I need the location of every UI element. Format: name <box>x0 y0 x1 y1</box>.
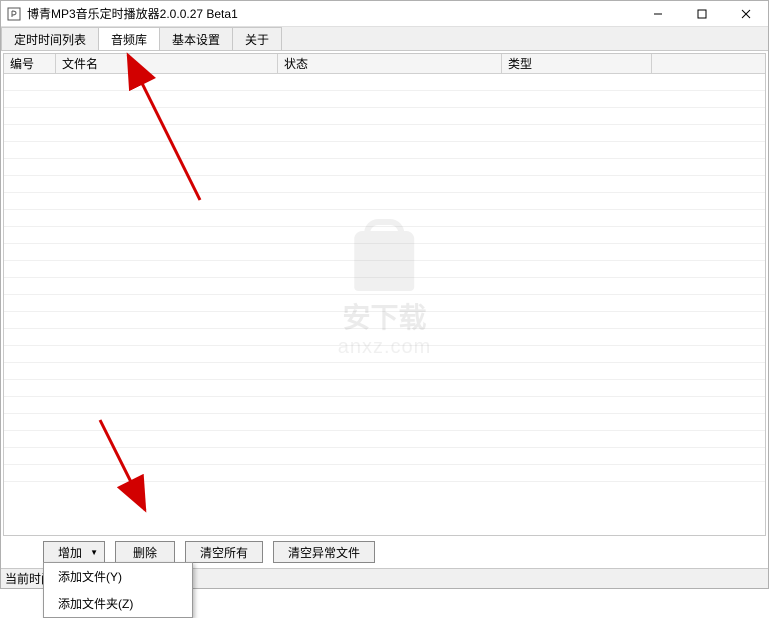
table-body[interactable] <box>4 74 765 494</box>
table-row <box>4 431 765 448</box>
button-bar: 增加 删除 清空所有 清空异常文件 添加文件(Y) 添加文件夹(Z) <box>3 536 766 566</box>
add-button[interactable]: 增加 <box>43 541 105 563</box>
table-row <box>4 465 765 482</box>
table-row <box>4 74 765 91</box>
table-row <box>4 448 765 465</box>
tab-about[interactable]: 关于 <box>232 27 282 50</box>
table-header: 编号 文件名 状态 类型 <box>4 54 765 74</box>
table-row <box>4 159 765 176</box>
add-dropdown-menu: 添加文件(Y) 添加文件夹(Z) <box>43 562 193 618</box>
content-area: 编号 文件名 状态 类型 <box>1 51 768 568</box>
window-title: 博青MP3音乐定时播放器2.0.0.27 Beta1 <box>27 5 636 22</box>
dropdown-add-file[interactable]: 添加文件(Y) <box>44 563 192 590</box>
window-controls <box>636 1 768 26</box>
table-row <box>4 363 765 380</box>
table-row <box>4 397 765 414</box>
table-row <box>4 193 765 210</box>
table-row <box>4 142 765 159</box>
table-row <box>4 261 765 278</box>
table-row <box>4 108 765 125</box>
tab-bar: 定时时间列表 音频库 基本设置 关于 <box>1 27 768 51</box>
table-row <box>4 312 765 329</box>
table-row <box>4 244 765 261</box>
clear-abnormal-button[interactable]: 清空异常文件 <box>273 541 375 563</box>
col-number[interactable]: 编号 <box>4 54 56 73</box>
table-row <box>4 278 765 295</box>
tab-audio-library[interactable]: 音频库 <box>98 27 160 50</box>
dropdown-add-folder[interactable]: 添加文件夹(Z) <box>44 590 192 617</box>
minimize-button[interactable] <box>636 1 680 26</box>
app-icon <box>7 7 21 21</box>
table-row <box>4 414 765 431</box>
table-row <box>4 210 765 227</box>
col-status[interactable]: 状态 <box>278 54 502 73</box>
table-row <box>4 176 765 193</box>
table-row <box>4 125 765 142</box>
table-row <box>4 329 765 346</box>
table-row <box>4 227 765 244</box>
table-row <box>4 346 765 363</box>
tab-basic-settings[interactable]: 基本设置 <box>159 27 233 50</box>
table-row <box>4 91 765 108</box>
table-row <box>4 380 765 397</box>
maximize-button[interactable] <box>680 1 724 26</box>
delete-button[interactable]: 删除 <box>115 541 175 563</box>
table-row <box>4 295 765 312</box>
col-type[interactable]: 类型 <box>502 54 652 73</box>
close-button[interactable] <box>724 1 768 26</box>
file-table: 编号 文件名 状态 类型 <box>3 53 766 536</box>
titlebar: 博青MP3音乐定时播放器2.0.0.27 Beta1 <box>1 1 768 27</box>
tab-schedule-list[interactable]: 定时时间列表 <box>1 27 99 50</box>
app-window: 博青MP3音乐定时播放器2.0.0.27 Beta1 定时时间列表 音频库 基本… <box>0 0 769 589</box>
clear-all-button[interactable]: 清空所有 <box>185 541 263 563</box>
col-filename[interactable]: 文件名 <box>56 54 278 73</box>
